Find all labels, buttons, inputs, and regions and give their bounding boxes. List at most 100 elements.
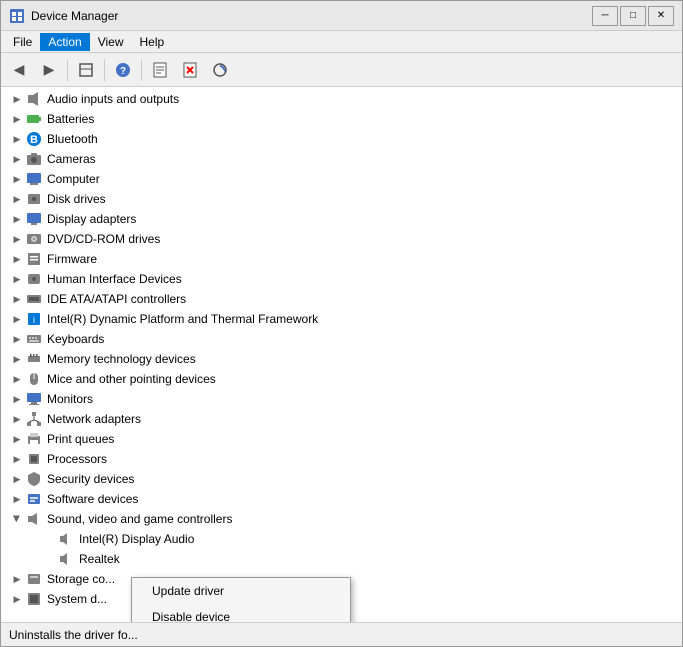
computer-icon (25, 171, 43, 187)
menu-help[interactable]: Help (132, 33, 173, 51)
keyboard-icon (25, 331, 43, 347)
tree-label-cameras: Cameras (47, 152, 96, 166)
storage-icon (25, 571, 43, 587)
audio-icon (25, 91, 43, 107)
processor-icon (25, 451, 43, 467)
tree-label-sound: Sound, video and game controllers (47, 512, 232, 526)
tree-label-audio: Audio inputs and outputs (47, 92, 179, 106)
forward-button[interactable]: ▶ (35, 57, 63, 83)
svg-text:?: ? (120, 66, 126, 77)
expand-arrow-intel[interactable]: ▶ (9, 311, 25, 327)
monitor-icon (25, 391, 43, 407)
expand-arrow-software[interactable]: ▶ (9, 491, 25, 507)
expand-arrow-storage[interactable]: ▶ (9, 571, 25, 587)
realtek-icon (57, 551, 75, 567)
sound-icon (25, 511, 43, 527)
menu-file[interactable]: File (5, 33, 40, 51)
tree-label-mice: Mice and other pointing devices (47, 372, 216, 386)
tree-item-audio[interactable]: ▶ Audio inputs and outputs (1, 89, 682, 109)
expand-arrow-system[interactable]: ▶ (9, 591, 25, 607)
expand-arrow-network[interactable]: ▶ (9, 411, 25, 427)
expand-arrow-memory[interactable]: ▶ (9, 351, 25, 367)
intel-icon: i (25, 311, 43, 327)
tree-item-intel-display-audio[interactable]: Intel(R) Display Audio (1, 529, 682, 549)
expand-arrow-hid[interactable]: ▶ (9, 271, 25, 287)
back-button[interactable]: ◀ (5, 57, 33, 83)
tree-item-bluetooth[interactable]: ▶ B Bluetooth (1, 129, 682, 149)
expand-arrow-ide[interactable]: ▶ (9, 291, 25, 307)
status-text: Uninstalls the driver fo... (9, 628, 138, 642)
mouse-icon (25, 371, 43, 387)
expand-arrow-firmware[interactable]: ▶ (9, 251, 25, 267)
expand-arrow-sound[interactable]: ▶ (9, 511, 25, 527)
tree-item-print[interactable]: ▶ Print queues (1, 429, 682, 449)
menu-view[interactable]: View (90, 33, 132, 51)
tree-item-processors[interactable]: ▶ Processors (1, 449, 682, 469)
ctx-update-driver[interactable]: Update driver (132, 578, 350, 604)
tree-label-computer: Computer (47, 172, 100, 186)
tree-item-network[interactable]: ▶ Network adapters (1, 409, 682, 429)
svg-text:i: i (33, 315, 35, 325)
print-icon (25, 431, 43, 447)
uninstall-button[interactable] (176, 57, 204, 83)
tree-item-hid[interactable]: ▶ Human Interface Devices (1, 269, 682, 289)
tree-item-computer[interactable]: ▶ Computer (1, 169, 682, 189)
expand-arrow-display[interactable]: ▶ (9, 211, 25, 227)
tree-item-intel[interactable]: ▶ i Intel(R) Dynamic Platform and Therma… (1, 309, 682, 329)
expand-arrow-audio[interactable]: ▶ (9, 91, 25, 107)
expand-arrow-processors[interactable]: ▶ (9, 451, 25, 467)
tree-item-mice[interactable]: ▶ Mice and other pointing devices (1, 369, 682, 389)
expand-arrow-monitors[interactable]: ▶ (9, 391, 25, 407)
tree-item-dvd[interactable]: ▶ DVD/CD-ROM drives (1, 229, 682, 249)
system-icon (25, 591, 43, 607)
expand-arrow-print[interactable]: ▶ (9, 431, 25, 447)
expand-arrow-security[interactable]: ▶ (9, 471, 25, 487)
tree-label-monitors: Monitors (47, 392, 93, 406)
toolbar-separator-3 (141, 59, 142, 81)
toolbar-separator-2 (104, 59, 105, 81)
security-icon (25, 471, 43, 487)
refresh-button[interactable] (72, 57, 100, 83)
content-area[interactable]: ▶ Audio inputs and outputs ▶ Batteries ▶… (1, 87, 682, 622)
tree-item-realtek[interactable]: Realtek (1, 549, 682, 569)
menu-action[interactable]: Action (40, 33, 89, 51)
expand-arrow-keyboards[interactable]: ▶ (9, 331, 25, 347)
scan-button[interactable] (206, 57, 234, 83)
expand-arrow-bluetooth[interactable]: ▶ (9, 131, 25, 147)
expand-arrow-computer[interactable]: ▶ (9, 171, 25, 187)
toolbar: ◀ ▶ ? (1, 53, 682, 87)
tree-item-security[interactable]: ▶ Security devices (1, 469, 682, 489)
tree-item-display[interactable]: ▶ Display adapters (1, 209, 682, 229)
maximize-button[interactable]: □ (620, 6, 646, 26)
tree-item-monitors[interactable]: ▶ Monitors (1, 389, 682, 409)
battery-icon (25, 111, 43, 127)
firmware-icon (25, 251, 43, 267)
tree-item-software[interactable]: ▶ Software devices (1, 489, 682, 509)
expand-arrow-cameras[interactable]: ▶ (9, 151, 25, 167)
close-button[interactable]: ✕ (648, 6, 674, 26)
tree-item-batteries[interactable]: ▶ Batteries (1, 109, 682, 129)
tree-item-ide[interactable]: ▶ IDE ATA/ATAPI controllers (1, 289, 682, 309)
display-icon (25, 211, 43, 227)
tree-item-cameras[interactable]: ▶ Cameras (1, 149, 682, 169)
properties-button[interactable] (146, 57, 174, 83)
expand-arrow-dvd[interactable]: ▶ (9, 231, 25, 247)
tree-item-disk[interactable]: ▶ Disk drives (1, 189, 682, 209)
minimize-button[interactable]: ─ (592, 6, 618, 26)
expand-arrow-disk[interactable]: ▶ (9, 191, 25, 207)
ide-icon (25, 291, 43, 307)
tree-item-sound[interactable]: ▶ Sound, video and game controllers (1, 509, 682, 529)
tree-item-keyboards[interactable]: ▶ Keyboards (1, 329, 682, 349)
tree-label-realtek: Realtek (79, 552, 120, 566)
ctx-disable-device[interactable]: Disable device (132, 604, 350, 622)
expand-arrow-batteries[interactable]: ▶ (9, 111, 25, 127)
tree-label-firmware: Firmware (47, 252, 97, 266)
bluetooth-icon: B (25, 131, 43, 147)
tree-label-network: Network adapters (47, 412, 141, 426)
tree-label-software: Software devices (47, 492, 138, 506)
tree-item-memory[interactable]: ▶ Memory technology devices (1, 349, 682, 369)
help-button[interactable]: ? (109, 57, 137, 83)
software-icon (25, 491, 43, 507)
tree-item-firmware[interactable]: ▶ Firmware (1, 249, 682, 269)
expand-arrow-mice[interactable]: ▶ (9, 371, 25, 387)
